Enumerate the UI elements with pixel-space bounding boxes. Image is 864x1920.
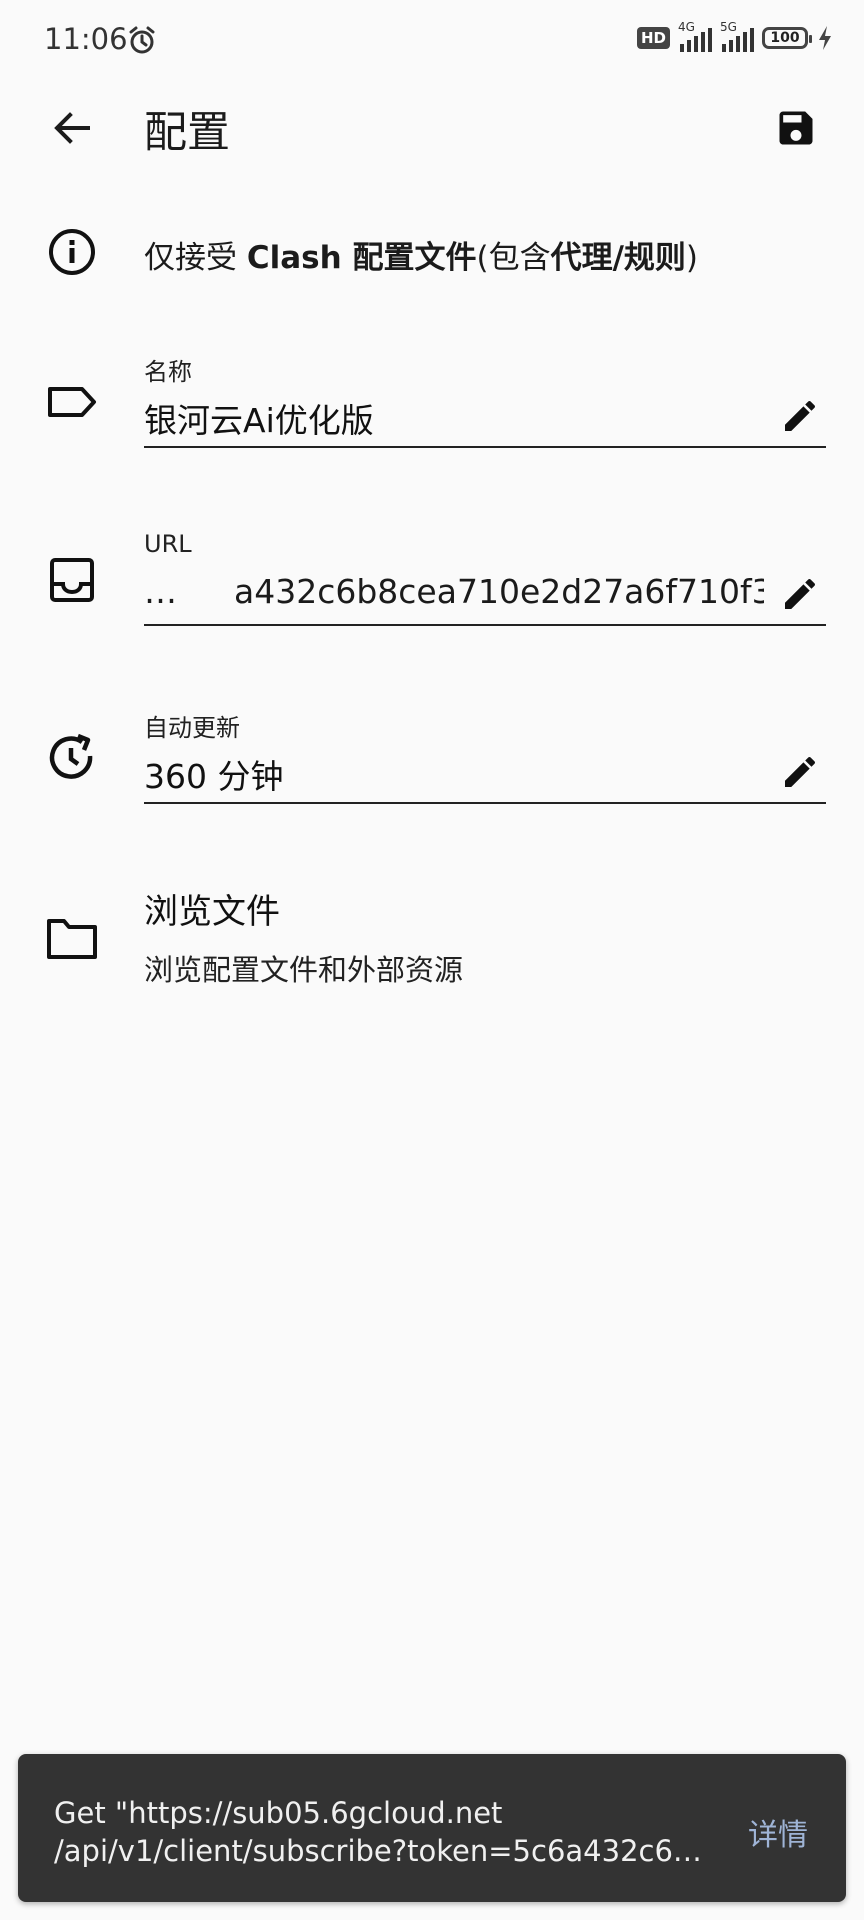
alarm-icon [129,26,155,54]
battery-icon: 100 [762,27,812,49]
browse-files-item[interactable]: 浏览文件 浏览配置文件和外部资源 [144,884,463,989]
snackbar: Get "https://sub05.6gcloud.net /api/v1/c… [18,1754,846,1902]
battery-level: 100 [770,30,800,46]
auto-update-label: 自动更新 [144,714,240,742]
status-bar: 11:06 HD 4G 5G 100 [0,0,864,84]
info-text: 仅接受 Clash 配置文件(包含代理/规则) [144,240,699,276]
signal-4g-icon: 4G [678,20,712,52]
folder-icon [44,910,100,966]
browse-files-subtitle: 浏览配置文件和外部资源 [144,953,464,987]
url-ellipsis: … [144,572,177,611]
name-field-label: 名称 [144,358,192,386]
snackbar-message: Get "https://sub05.6gcloud.net /api/v1/c… [54,1796,702,1868]
name-field[interactable]: 名称 银河云Ai优化版 [144,352,826,448]
charging-icon [819,26,831,50]
edit-auto-update-icon[interactable] [780,752,820,792]
back-arrow-icon[interactable] [48,104,96,152]
auto-update-field[interactable]: 自动更新 360 分钟 [144,708,826,804]
status-time: 11:06 [44,22,128,56]
info-icon [44,224,100,280]
url-field[interactable]: URL … a432c6b8cea710e2d27a6f710f3 [144,530,826,626]
app-bar: 配置 [0,84,864,172]
edit-name-icon[interactable] [780,396,820,436]
signal-5g-icon: 5G [720,20,754,52]
snackbar-details-button[interactable]: 详情 [748,1810,808,1854]
auto-update-value[interactable]: 360 分钟 [144,750,756,798]
save-icon[interactable] [774,106,818,150]
edit-url-icon[interactable] [780,574,820,614]
label-tag-icon [44,374,100,430]
name-field-value[interactable]: 银河云Ai优化版 [144,394,756,442]
inbox-icon [44,552,100,608]
browse-files-title: 浏览文件 [144,892,280,932]
url-field-label: URL [144,530,192,558]
update-clock-icon [44,730,100,786]
url-field-value[interactable]: a432c6b8cea710e2d27a6f710f3 [234,572,764,611]
hd-badge: HD [636,27,670,49]
page-title: 配置 [144,108,230,158]
